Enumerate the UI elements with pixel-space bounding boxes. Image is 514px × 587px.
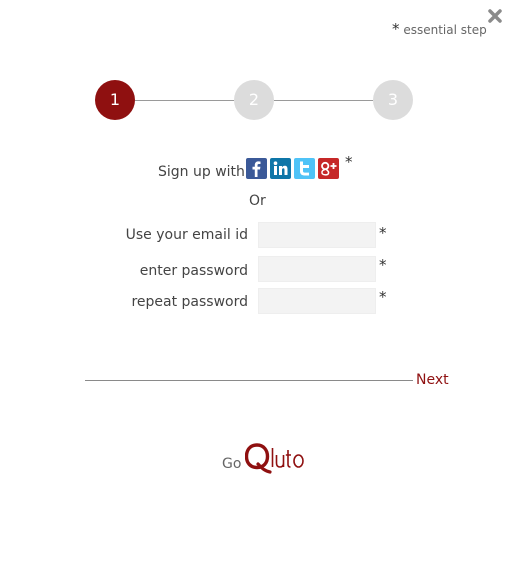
password-required-marker: *: [379, 256, 387, 274]
essential-step-note: * essential step: [392, 20, 487, 38]
step-1: 1: [95, 80, 135, 120]
password-label: enter password: [139, 263, 248, 279]
next-button[interactable]: Next: [416, 372, 449, 388]
signup-label: Sign up with: [158, 164, 245, 180]
footer-divider: [85, 380, 413, 381]
qluto-logo: [244, 440, 307, 480]
close-icon[interactable]: [487, 8, 503, 24]
email-field[interactable]: [258, 222, 376, 248]
social-required-marker: *: [345, 153, 353, 171]
required-marker: *: [392, 20, 400, 38]
step-2: 2: [234, 80, 274, 120]
repeat-password-required-marker: *: [379, 288, 387, 306]
repeat-password-label: repeat password: [131, 294, 248, 310]
go-text: Go: [222, 456, 242, 472]
linkedin-icon[interactable]: [270, 158, 291, 179]
step-connector: [135, 100, 234, 101]
step-connector: [274, 100, 373, 101]
twitter-icon[interactable]: [294, 158, 315, 179]
password-field[interactable]: [258, 256, 376, 282]
progress-stepper: 1 2 3: [95, 80, 413, 120]
google-plus-icon[interactable]: [318, 158, 339, 179]
facebook-icon[interactable]: [246, 158, 267, 179]
essential-step-text: essential step: [403, 23, 487, 37]
email-label: Use your email id: [125, 227, 248, 243]
or-separator: Or: [249, 193, 266, 209]
email-required-marker: *: [379, 224, 387, 242]
step-3: 3: [373, 80, 413, 120]
repeat-password-field[interactable]: [258, 288, 376, 314]
